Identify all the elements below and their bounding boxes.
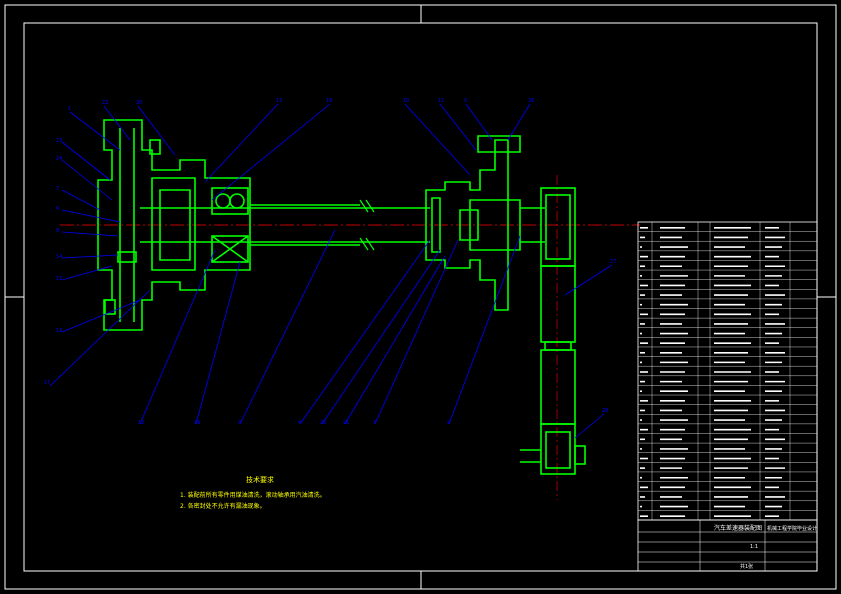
column-lower: [540, 349, 576, 425]
balloon-label: 14: [56, 254, 62, 260]
leader-3: [374, 239, 459, 425]
balloon-label: 1: [68, 106, 71, 112]
leader-28: [574, 413, 605, 439]
balloon-label: 22: [102, 100, 108, 106]
balloon-label: 16: [56, 328, 62, 334]
leader-27: [564, 264, 613, 296]
leader-22: [103, 105, 131, 141]
leader-12: [139, 249, 216, 425]
bearing-cross: [211, 235, 249, 263]
balloon-label: 15: [56, 276, 62, 282]
note-2: 2. 各密封处不允许有漏油现象。: [180, 502, 266, 510]
leader-13: [204, 103, 279, 183]
leader-16: [61, 299, 141, 333]
gearbox-upper-inner: [545, 194, 571, 260]
leader-8: [61, 231, 119, 237]
balloon-label: 4: [298, 420, 301, 426]
balloon-label: 11: [438, 98, 444, 104]
balloon-label: 26: [528, 98, 534, 104]
balloon-label: 6: [56, 206, 59, 212]
assembly-geometry: [97, 119, 586, 475]
drawing-name: 汽车差速器装配图: [714, 524, 762, 532]
balloon-label: 8: [56, 228, 59, 234]
balloon-label: 5: [464, 98, 467, 104]
lower-shaft: [520, 449, 541, 463]
column-upper: [540, 265, 576, 343]
note-1: 1. 装配前所有零件用煤油清洗，滚动轴承用汽油清洗。: [180, 491, 326, 499]
balloon-label: 17: [44, 380, 50, 386]
leader-20: [137, 105, 176, 156]
sheet-count: 共1张: [740, 563, 753, 570]
balloon-label: 18: [326, 98, 332, 104]
balloon-label: 19: [194, 420, 200, 426]
balloon-label: 2: [447, 420, 450, 426]
leader-2: [448, 235, 521, 425]
balloon-label: 23: [56, 138, 62, 144]
leader-10: [404, 103, 471, 176]
leader-15: [61, 265, 113, 281]
leader-5: [465, 103, 493, 141]
leader-23: [61, 141, 111, 181]
title-block: 汽车差速器装配图 机械工程学院毕业设计 1:1 共1张: [637, 519, 818, 572]
coupling-bolt: [477, 135, 521, 153]
balloon-label: 24: [56, 156, 62, 162]
parts-list-table: [637, 221, 818, 521]
bearing-ball-1: [215, 193, 231, 209]
balloon-label: 25: [320, 420, 326, 426]
hub: [151, 177, 196, 271]
balloon-label: 7: [56, 186, 59, 192]
balloon-label: 20: [136, 100, 142, 106]
bearing-ball-2: [229, 193, 245, 209]
school-name: 机械工程学院毕业设计: [767, 525, 817, 532]
technical-notes: 技术要求 1. 装配前所有零件用煤油清洗，滚动轴承用汽油清洗。 2. 各密封处不…: [180, 475, 326, 510]
balloon-label: 9: [238, 420, 241, 426]
leader-7: [61, 189, 101, 211]
leader-14: [61, 254, 119, 259]
notes-heading: 技术要求: [246, 475, 274, 484]
leader-18: [211, 103, 331, 201]
lower-cap: [574, 445, 586, 465]
gearbox-lower-inner: [545, 431, 571, 469]
leader-26: [507, 103, 531, 141]
balloon-label: 13: [276, 98, 282, 104]
balloon-label: 21: [343, 420, 349, 426]
leader-19: [195, 261, 241, 425]
balloon-label: 10: [403, 98, 409, 104]
drawing-canvas: 1 22 20 23 24 7 6 8 14 15 16 17 13 18 12 19 9 4 25 21 3 10 11 5…: [4, 4, 837, 590]
leader-21: [344, 255, 446, 425]
balloon-label: 3: [373, 420, 376, 426]
column-joint: [544, 341, 572, 351]
balloon-label: 12: [138, 420, 144, 426]
balloon-label: 28: [602, 408, 608, 414]
balloon-label: 27: [610, 259, 616, 265]
leader-17: [49, 289, 151, 387]
drawing-scale: 1:1: [750, 544, 758, 550]
leader-25: [321, 249, 441, 425]
leader-4: [299, 239, 431, 425]
leader-6: [61, 209, 121, 223]
